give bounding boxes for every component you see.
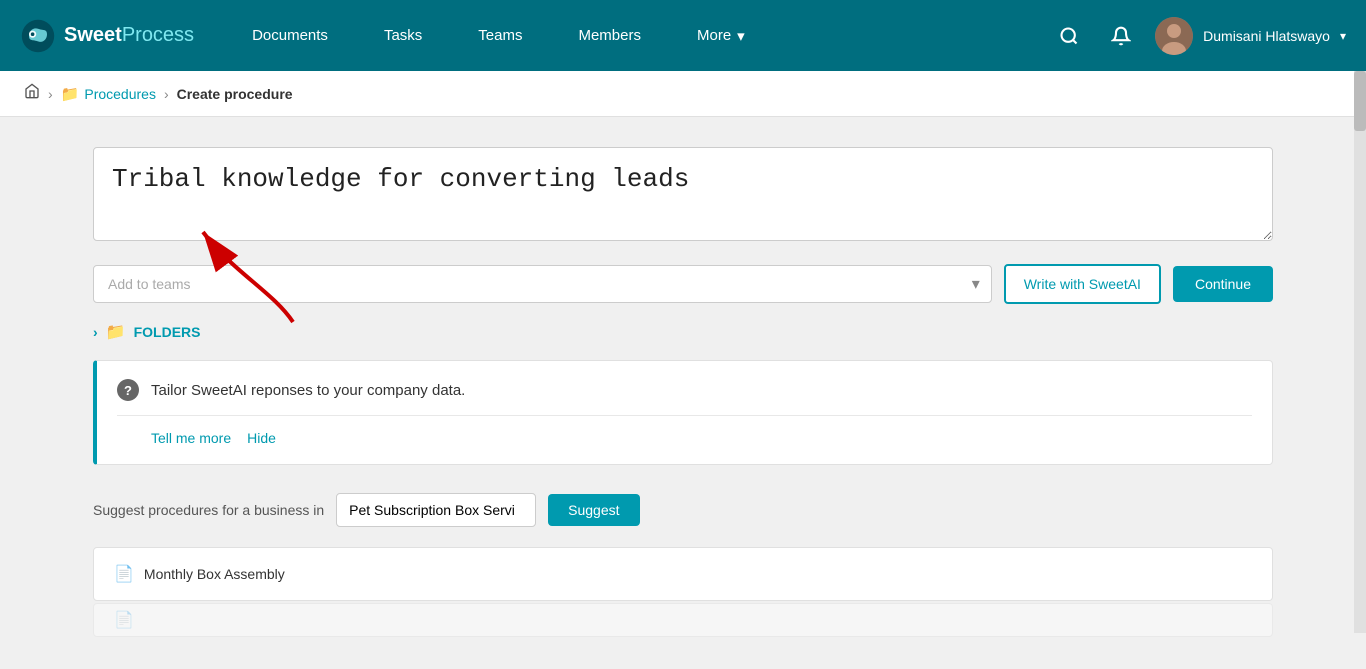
suggest-input[interactable] — [336, 493, 536, 527]
suggest-label: Suggest procedures for a business in — [93, 502, 324, 518]
hide-link[interactable]: Hide — [247, 430, 276, 446]
sweetai-banner-text: Tailor SweetAI reponses to your company … — [151, 382, 465, 399]
brand-logo-area[interactable]: SweetProcess — [20, 18, 194, 54]
file-icon: 📄 — [114, 564, 134, 584]
navbar: SweetProcess Documents Tasks Teams Membe… — [0, 0, 1366, 71]
avatar-image — [1155, 17, 1193, 55]
procedure-list-item-2[interactable]: 📄 — [93, 603, 1273, 637]
suggest-button[interactable]: Suggest — [548, 494, 639, 526]
nav-documents[interactable]: Documents — [224, 0, 356, 71]
breadcrumb-sep-2: › — [164, 86, 169, 102]
breadcrumb-current: Create procedure — [177, 86, 293, 102]
folders-section: › 📁 FOLDERS — [93, 322, 1273, 342]
folders-label: FOLDERS — [134, 324, 201, 340]
notifications-button[interactable] — [1103, 18, 1139, 54]
procedure-item-label: Monthly Box Assembly — [144, 566, 285, 582]
file-icon-2: 📄 — [114, 610, 134, 630]
suggest-row: Suggest procedures for a business in Sug… — [93, 493, 1273, 527]
bell-icon — [1111, 26, 1131, 46]
main-content: Tribal knowledge for converting leads Ad… — [33, 117, 1333, 669]
nav-more[interactable]: More ▾ — [669, 0, 773, 71]
nav-teams[interactable]: Teams — [450, 0, 550, 71]
breadcrumb-home[interactable] — [24, 83, 40, 104]
nav-right: Dumisani Hlatswayo ▾ — [1051, 17, 1346, 55]
breadcrumb-sep-1: › — [48, 86, 53, 102]
search-button[interactable] — [1051, 18, 1087, 54]
teams-select[interactable]: Add to teams — [93, 265, 992, 303]
user-name: Dumisani Hlatswayo — [1203, 28, 1330, 44]
nav-links: Documents Tasks Teams Members More ▾ — [224, 0, 1051, 71]
help-icon: ? — [117, 379, 139, 401]
continue-button[interactable]: Continue — [1173, 266, 1273, 302]
sweetai-banner: ? Tailor SweetAI reponses to your compan… — [93, 360, 1273, 465]
chevron-right-icon: › — [93, 324, 98, 340]
tell-me-more-link[interactable]: Tell me more — [151, 430, 231, 446]
sweetai-banner-links: Tell me more Hide — [151, 430, 1252, 446]
folder-icon: 📁 — [61, 85, 80, 103]
avatar — [1155, 17, 1193, 55]
procedure-title-input[interactable]: Tribal knowledge for converting leads — [93, 147, 1273, 241]
home-icon — [24, 83, 40, 99]
teams-select-wrapper: Add to teams ▾ — [93, 265, 992, 303]
procedure-list-item[interactable]: 📄 Monthly Box Assembly — [93, 547, 1273, 601]
teams-row: Add to teams ▾ Write with SweetAI Contin… — [93, 264, 1273, 304]
nav-tasks[interactable]: Tasks — [356, 0, 450, 71]
breadcrumb-procedures[interactable]: 📁 Procedures — [61, 85, 156, 103]
chevron-down-icon: ▾ — [737, 27, 745, 45]
brand-name: SweetProcess — [64, 24, 194, 47]
scrollbar[interactable] — [1354, 71, 1366, 633]
folder-icon-2: 📁 — [106, 322, 126, 342]
write-sweetai-button[interactable]: Write with SweetAI — [1004, 264, 1161, 304]
scrollbar-thumb[interactable] — [1354, 71, 1366, 131]
user-menu[interactable]: Dumisani Hlatswayo ▾ — [1155, 17, 1346, 55]
folders-row[interactable]: › 📁 FOLDERS — [93, 322, 1273, 342]
sweetai-banner-top: ? Tailor SweetAI reponses to your compan… — [117, 379, 1252, 416]
brand-logo-icon — [20, 18, 56, 54]
user-chevron-icon: ▾ — [1340, 29, 1346, 43]
breadcrumb: › 📁 Procedures › Create procedure — [0, 71, 1366, 117]
search-icon — [1059, 26, 1079, 46]
nav-members[interactable]: Members — [550, 0, 669, 71]
